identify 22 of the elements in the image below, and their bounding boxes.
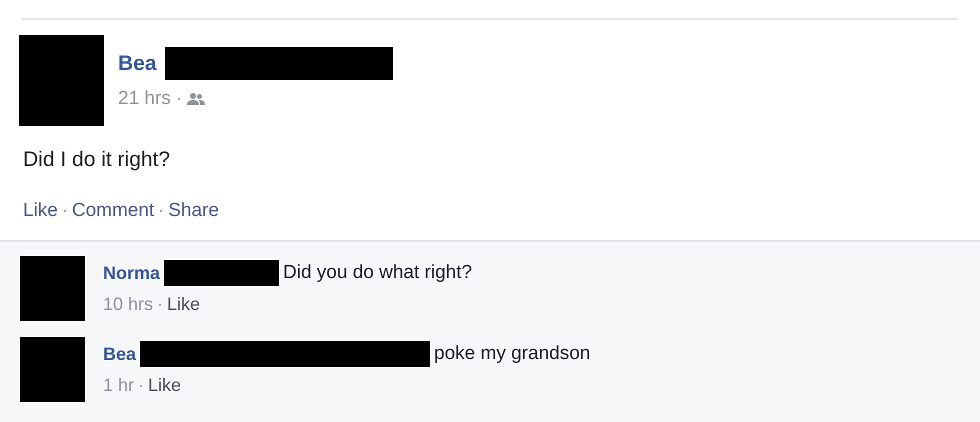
post-time: 21 hrs xyxy=(118,88,171,110)
action-link[interactable]: Comment xyxy=(72,200,154,222)
avatar xyxy=(20,256,85,321)
comment-text: poke my grandson xyxy=(434,343,590,365)
author-link[interactable]: Bea xyxy=(103,344,136,364)
separator-dot xyxy=(140,384,142,386)
action-link[interactable]: Share xyxy=(168,200,219,222)
like-link[interactable]: Like xyxy=(167,294,200,315)
comment-time: 1 hr xyxy=(103,375,134,396)
author-link[interactable]: Norma xyxy=(103,262,160,284)
comment-text: Did you do what right? xyxy=(283,262,472,284)
separator-dot xyxy=(178,98,180,100)
friends-icon[interactable] xyxy=(186,92,205,106)
post-text: Did I do it right? xyxy=(23,148,172,172)
separator-dot xyxy=(64,210,66,212)
action-link[interactable]: Like xyxy=(23,200,58,222)
separator-dot xyxy=(160,210,162,212)
comment-time: 10 hrs xyxy=(103,294,154,315)
avatar xyxy=(20,337,85,402)
author-link[interactable]: Bea xyxy=(118,52,157,76)
like-link[interactable]: Like xyxy=(148,375,182,396)
separator-dot xyxy=(159,304,162,306)
